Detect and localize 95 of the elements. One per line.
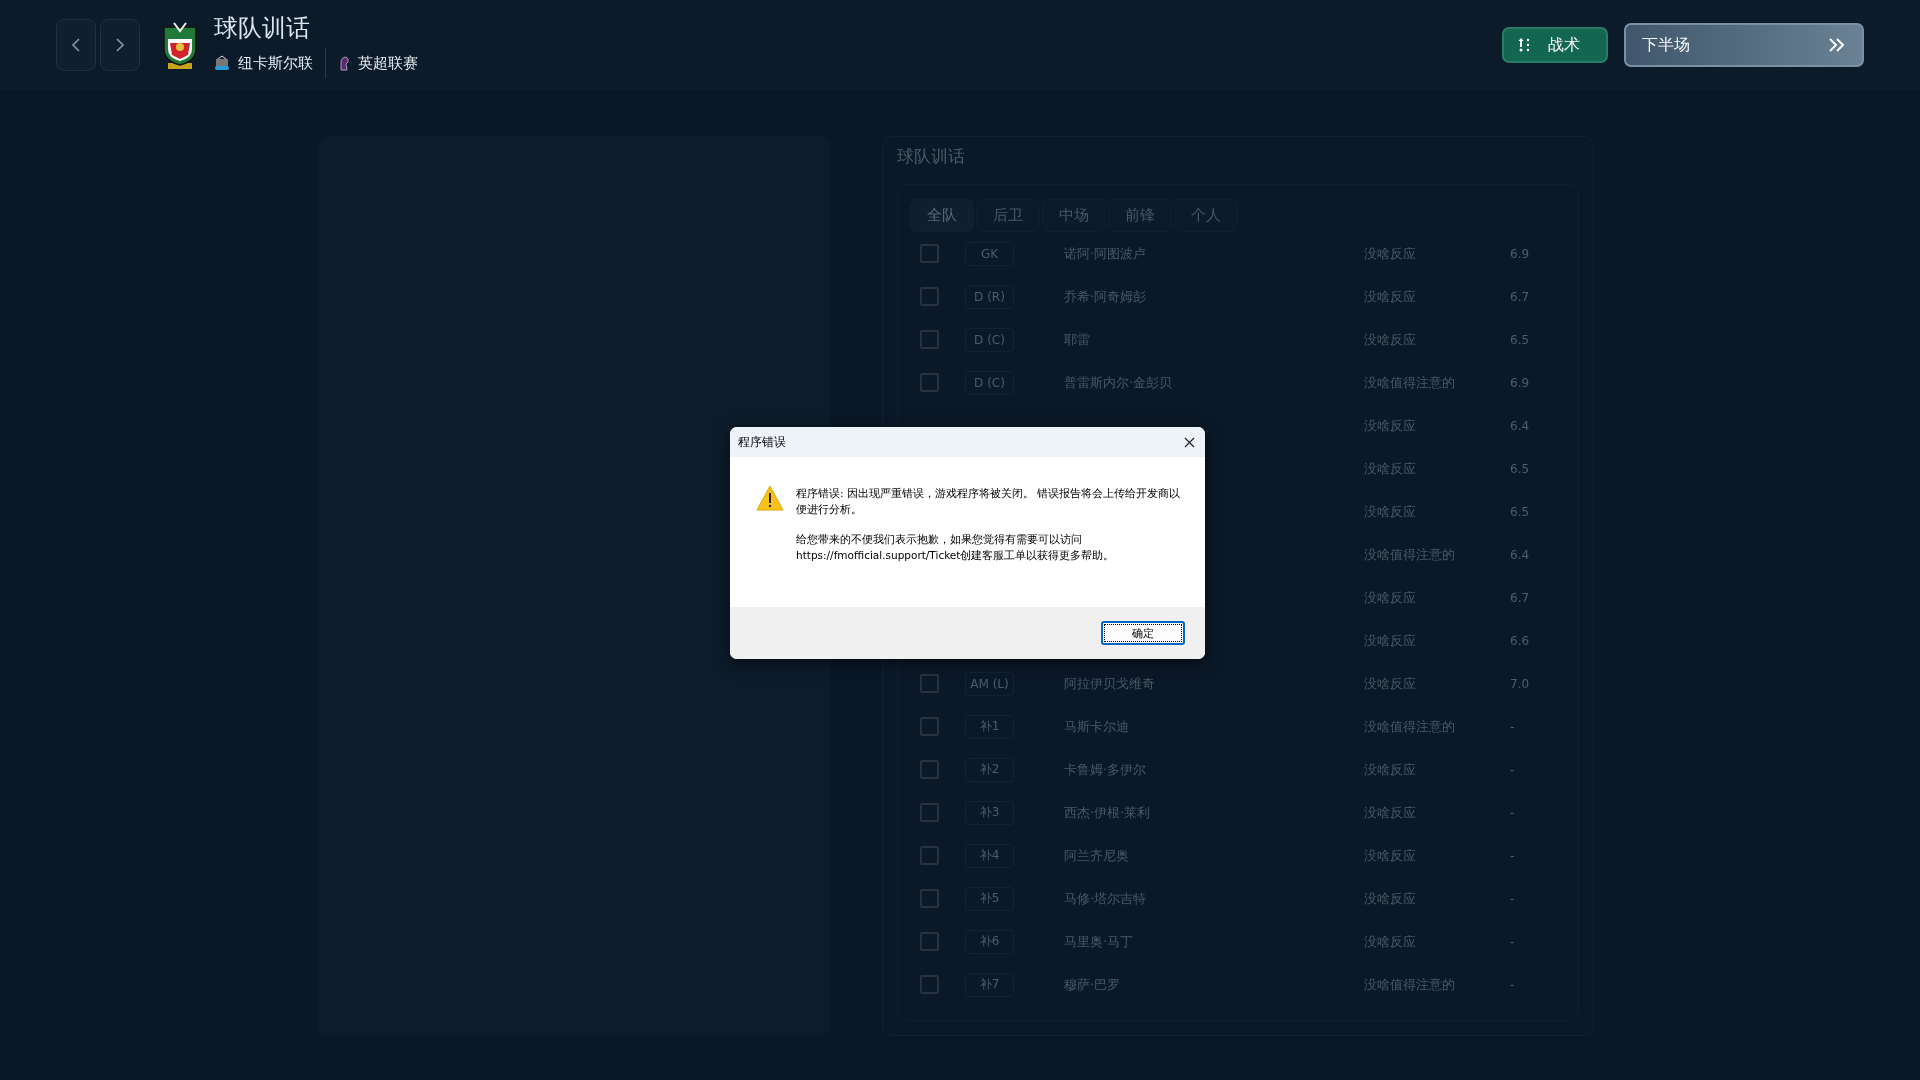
- position-tag: 补3: [965, 800, 1014, 825]
- reaction-text: 没啥反应: [1364, 244, 1417, 263]
- position-tag: D (C): [965, 370, 1014, 395]
- rating-text: -: [1510, 805, 1515, 820]
- back-button[interactable]: [56, 19, 96, 71]
- checkbox[interactable]: [920, 330, 939, 349]
- player-name: 普雷斯内尔·金彭贝: [1064, 373, 1174, 392]
- reaction-text: 没啥反应: [1364, 631, 1417, 650]
- reaction-text: 没啥反应: [1364, 889, 1417, 908]
- chevron-left-icon: [71, 37, 81, 53]
- close-icon: [1184, 436, 1195, 448]
- position-tag: D (R): [965, 284, 1014, 309]
- checkbox[interactable]: [920, 717, 939, 736]
- reaction-text: 没啥反应: [1364, 674, 1417, 693]
- club-crest-icon: [214, 55, 230, 71]
- rating-text: 6.7: [1510, 590, 1530, 605]
- player-name: 马斯卡尔迪: [1064, 717, 1130, 736]
- warning-icon: [756, 485, 784, 511]
- checkbox[interactable]: [920, 244, 939, 263]
- checkbox[interactable]: [920, 846, 939, 865]
- filter-tab[interactable]: 个人: [1174, 199, 1238, 232]
- position-tag: 补6: [965, 929, 1014, 954]
- rating-text: -: [1510, 977, 1515, 992]
- rating-text: 6.5: [1510, 504, 1530, 519]
- position-tag: AM (L): [965, 671, 1014, 696]
- formation-icon: [1518, 37, 1530, 53]
- rating-text: -: [1510, 719, 1515, 734]
- ok-button[interactable]: 确定: [1101, 621, 1185, 645]
- player-name: 卡鲁姆·多伊尔: [1064, 760, 1148, 779]
- rating-text: -: [1510, 934, 1515, 949]
- reaction-text: 没啥反应: [1364, 932, 1417, 951]
- reaction-text: 没啥反应: [1364, 760, 1417, 779]
- player-name: 乔希·阿奇姆彭: [1064, 287, 1148, 306]
- dialog-title: 程序错误: [738, 433, 786, 451]
- position-tag: 补4: [965, 843, 1014, 868]
- player-name: 阿拉伊贝戈维奇: [1064, 674, 1156, 693]
- reaction-text: 没啥值得注意的: [1364, 545, 1456, 564]
- checkbox[interactable]: [920, 932, 939, 951]
- position-tag: D (C): [965, 327, 1014, 352]
- reaction-text: 没啥反应: [1364, 416, 1417, 435]
- checkbox[interactable]: [920, 674, 939, 693]
- rating-text: 6.5: [1510, 332, 1530, 347]
- rating-text: 6.4: [1510, 547, 1530, 562]
- rating-text: 6.9: [1510, 375, 1530, 390]
- reaction-text: 没啥反应: [1364, 846, 1417, 865]
- league-name: 英超联赛: [358, 53, 418, 73]
- position-tag: 补1: [965, 714, 1014, 739]
- rating-text: -: [1510, 848, 1515, 863]
- next-half-button[interactable]: 下半场: [1624, 23, 1864, 67]
- rating-text: 6.9: [1510, 246, 1530, 261]
- filter-tab[interactable]: 中场: [1042, 199, 1106, 232]
- forward-button[interactable]: [100, 19, 140, 71]
- player-name: 耶雷: [1064, 330, 1091, 349]
- position-tag: 补5: [965, 886, 1014, 911]
- filter-tab[interactable]: 前锋: [1108, 199, 1172, 232]
- panel-title: 球队训话: [897, 145, 966, 168]
- checkbox[interactable]: [920, 889, 939, 908]
- reaction-text: 没啥反应: [1364, 459, 1417, 478]
- reaction-text: 没啥值得注意的: [1364, 975, 1456, 994]
- support-message: 给您带来的不便我们表示抱歉，如果您觉得有需要可以访问 https://fmofficial.support/Ticket创建客服工单以获得更多帮助。: [796, 532, 1116, 563]
- rating-text: 7.0: [1510, 676, 1530, 691]
- rating-text: 6.5: [1510, 461, 1530, 476]
- player-name: 诺阿·阿图波卢: [1064, 244, 1148, 263]
- player-name: 阿兰齐尼奥: [1064, 846, 1130, 865]
- position-tag: 补7: [965, 972, 1014, 997]
- reaction-text: 没啥反应: [1364, 330, 1417, 349]
- checkbox[interactable]: [920, 975, 939, 994]
- reaction-text: 没啥值得注意的: [1364, 373, 1456, 392]
- reaction-text: 没啥反应: [1364, 803, 1417, 822]
- player-name: 穆萨·巴罗: [1064, 975, 1122, 994]
- rating-text: -: [1510, 891, 1515, 906]
- filter-tab[interactable]: 全队: [910, 199, 974, 232]
- checkbox[interactable]: [920, 373, 939, 392]
- rating-text: 6.4: [1510, 418, 1530, 433]
- rating-text: 6.6: [1510, 633, 1530, 648]
- position-tag: GK: [965, 241, 1014, 266]
- filter-tab[interactable]: 后卫: [976, 199, 1040, 232]
- player-name: 马修·塔尔吉特: [1064, 889, 1148, 908]
- checkbox[interactable]: [920, 760, 939, 779]
- reaction-text: 没啥反应: [1364, 588, 1417, 607]
- error-message: 程序错误: 因出现严重错误，游戏程序将被关闭。 错误报告将会上传给开发商以便进行分析。: [796, 486, 1181, 517]
- checkbox[interactable]: [920, 803, 939, 822]
- chevron-right-icon: [115, 37, 125, 53]
- club-name: 纽卡斯尔联: [238, 53, 313, 73]
- checkbox[interactable]: [920, 287, 939, 306]
- tactics-button[interactable]: 战术: [1502, 27, 1608, 63]
- player-name: 西杰·伊根·莱利: [1064, 803, 1152, 822]
- reaction-text: 没啥值得注意的: [1364, 717, 1456, 736]
- reaction-text: 没啥反应: [1364, 502, 1417, 521]
- double-chevron-icon: [1828, 37, 1846, 53]
- position-tag: 补2: [965, 757, 1014, 782]
- rating-text: -: [1510, 762, 1515, 777]
- page-title: 球队训话: [214, 13, 311, 44]
- reaction-text: 没啥反应: [1364, 287, 1417, 306]
- rating-text: 6.7: [1510, 289, 1530, 304]
